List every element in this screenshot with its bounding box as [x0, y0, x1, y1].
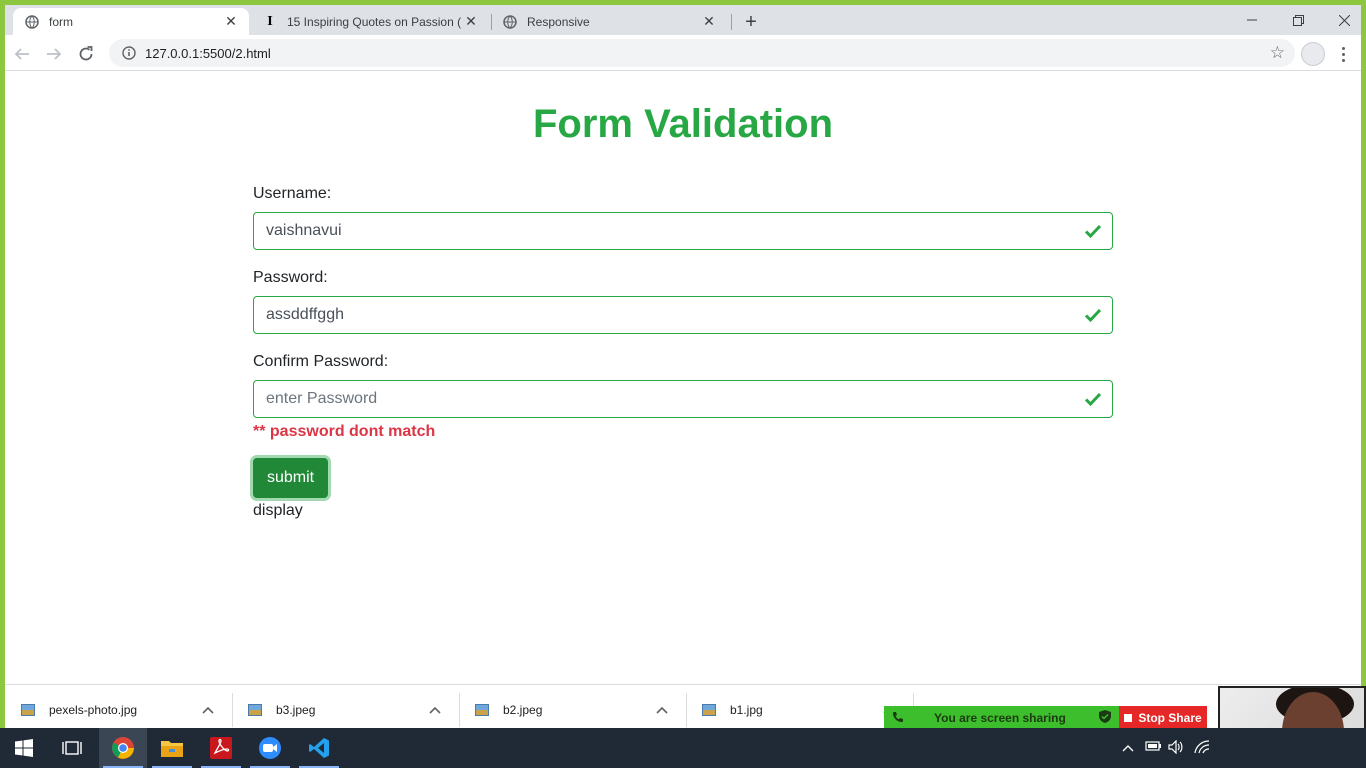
- tab-title: Responsive: [527, 14, 590, 29]
- image-file-icon: [21, 703, 35, 716]
- username-field-wrapper: [253, 212, 1113, 250]
- task-view-icon[interactable]: [48, 728, 96, 768]
- confirm-password-field-wrapper: [253, 380, 1113, 418]
- stop-icon: [1124, 714, 1133, 722]
- globe-icon: [503, 14, 517, 29]
- validation-form: Username: Password: Confirm Password:: [253, 182, 1113, 520]
- new-tab-button[interactable]: +: [739, 10, 763, 34]
- chevron-up-icon[interactable]: [1122, 740, 1134, 755]
- zoom-icon[interactable]: [246, 728, 294, 768]
- wifi-icon[interactable]: [1194, 740, 1210, 757]
- download-item[interactable]: b1.jpg: [686, 685, 913, 728]
- tab-quotes[interactable]: I 15 Inspiring Quotes on Passion ( ✕: [251, 8, 489, 35]
- windows-start-icon[interactable]: [0, 728, 48, 768]
- image-file-icon: [475, 703, 489, 716]
- phone-icon: [892, 711, 904, 726]
- tab-separator: [731, 14, 732, 30]
- chevron-up-icon[interactable]: [198, 700, 218, 720]
- close-icon[interactable]: ✕: [701, 13, 717, 30]
- check-icon: [1084, 392, 1102, 407]
- download-name: b3.jpeg: [276, 702, 316, 717]
- vscode-icon[interactable]: [295, 728, 343, 768]
- forward-button[interactable]: [41, 41, 67, 67]
- error-message: ** password dont match: [253, 423, 436, 440]
- chevron-up-icon[interactable]: [425, 700, 445, 720]
- check-icon: [1084, 224, 1102, 239]
- confirm-password-label: Confirm Password:: [253, 353, 389, 370]
- screen-share-status: You are screen sharing: [884, 706, 1119, 730]
- browser-window: form ✕ I 15 Inspiring Quotes on Passion …: [0, 0, 1366, 728]
- download-name: b1.jpg: [730, 702, 763, 717]
- windows-taskbar: [0, 728, 1366, 768]
- back-button[interactable]: [9, 41, 35, 67]
- password-field-wrapper: [253, 296, 1113, 334]
- download-item[interactable]: b3.jpeg: [232, 685, 459, 728]
- confirm-password-group: Confirm Password: ** password dont match: [253, 350, 1113, 442]
- check-icon: [1084, 308, 1102, 323]
- acrobat-icon[interactable]: [197, 728, 245, 768]
- volume-icon[interactable]: [1168, 739, 1184, 757]
- password-group: Password:: [253, 266, 1113, 334]
- tab-title: form: [49, 14, 73, 29]
- display-text: display: [253, 502, 303, 519]
- confirm-password-input[interactable]: [266, 390, 1046, 408]
- tab-strip: form ✕ I 15 Inspiring Quotes on Passion …: [5, 5, 1361, 35]
- username-input[interactable]: [266, 222, 1046, 240]
- close-window-button[interactable]: [1321, 5, 1361, 35]
- tab-form[interactable]: form ✕: [13, 8, 249, 35]
- shield-icon: [1099, 710, 1111, 726]
- close-icon[interactable]: ✕: [463, 13, 479, 30]
- stop-share-label: Stop Share: [1138, 711, 1202, 725]
- image-file-icon: [248, 703, 262, 716]
- info-icon[interactable]: [121, 45, 137, 61]
- chrome-icon[interactable]: [99, 728, 147, 768]
- tab-title: 15 Inspiring Quotes on Passion (: [287, 14, 462, 29]
- username-label: Username:: [253, 185, 332, 202]
- password-label: Password:: [253, 269, 328, 286]
- username-group: Username:: [253, 182, 1113, 250]
- address-bar[interactable]: 127.0.0.1:5500/2.html ☆: [109, 39, 1295, 67]
- battery-icon[interactable]: [1144, 740, 1162, 755]
- url-text: 127.0.0.1:5500/2.html: [145, 45, 271, 61]
- page-content: Form Validation Username: Password: Conf…: [5, 72, 1361, 684]
- profile-avatar[interactable]: [1301, 42, 1325, 66]
- screen-share-bar: You are screen sharing Stop Share: [884, 706, 1207, 730]
- menu-icon[interactable]: [1335, 43, 1351, 65]
- password-input[interactable]: [266, 306, 1046, 324]
- globe-icon: [25, 14, 39, 29]
- medium-icon: I: [267, 13, 273, 29]
- minimize-button[interactable]: [1229, 5, 1275, 35]
- submit-button[interactable]: submit: [253, 458, 328, 498]
- download-name: b2.jpeg: [503, 702, 543, 717]
- reload-button[interactable]: [73, 41, 99, 67]
- screen-share-text: You are screen sharing: [934, 711, 1066, 725]
- image-file-icon: [702, 703, 716, 716]
- download-item[interactable]: b2.jpeg: [459, 685, 686, 728]
- file-explorer-icon[interactable]: [148, 728, 196, 768]
- page-title: Form Validation: [532, 102, 834, 146]
- download-name: pexels-photo.jpg: [49, 702, 138, 717]
- tab-responsive[interactable]: Responsive ✕: [491, 8, 727, 35]
- stop-share-button[interactable]: Stop Share: [1119, 706, 1207, 730]
- browser-toolbar: 127.0.0.1:5500/2.html ☆: [5, 35, 1361, 71]
- restore-button[interactable]: [1275, 5, 1321, 35]
- bookmark-star-icon[interactable]: ☆: [1270, 44, 1285, 62]
- close-icon[interactable]: ✕: [223, 13, 239, 30]
- download-item[interactable]: pexels-photo.jpg: [5, 685, 232, 728]
- chevron-up-icon[interactable]: [652, 700, 672, 720]
